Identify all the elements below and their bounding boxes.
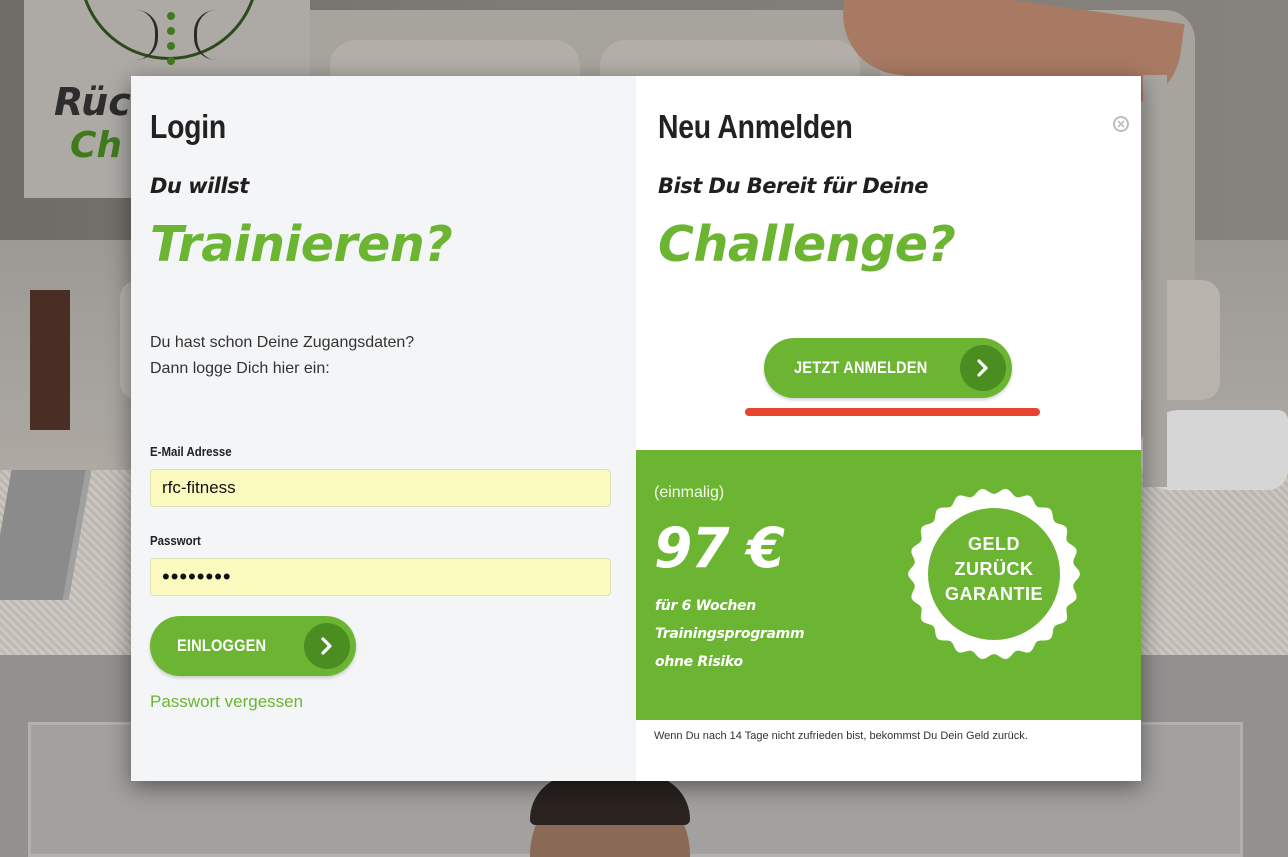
money-back-badge: GELD ZURÜCK GARANTIE	[906, 532, 1082, 607]
price-desc-line2: Trainingsprogramm	[655, 626, 805, 642]
password-label: Passwort	[150, 533, 201, 548]
login-register-modal: Login Du willst Trainieren? Du hast scho…	[131, 76, 1141, 781]
pricing-box: (einmalig) 97 € für 6 Wochen Trainingspr…	[636, 450, 1141, 720]
register-subtitle: Bist Du Bereit für Deine	[658, 174, 928, 198]
register-title: Neu Anmelden	[658, 108, 853, 145]
forgot-password-link[interactable]: Passwort vergessen	[150, 692, 303, 712]
login-intro-line2: Dann logge Dich hier ein:	[150, 360, 330, 377]
price-note: (einmalig)	[654, 484, 725, 501]
register-panel: Neu Anmelden Bist Du Bereit für Deine Ch…	[636, 76, 1141, 781]
email-label: E-Mail Adresse	[150, 444, 232, 459]
register-button[interactable]: JETZT ANMELDEN	[764, 338, 1012, 398]
close-icon[interactable]	[1113, 116, 1129, 132]
login-headline: Trainieren?	[150, 216, 453, 273]
chevron-right-icon	[304, 623, 350, 669]
logo-text-line2: Ch	[70, 125, 123, 166]
badge-line2: ZURÜCK	[954, 559, 1034, 579]
logo-text-line1: Rüc	[54, 80, 131, 124]
login-subtitle: Du willst	[150, 174, 249, 198]
login-intro-line1: Du hast schon Deine Zugangsdaten?	[150, 334, 415, 351]
password-field[interactable]: ••••••••	[150, 558, 611, 596]
email-field[interactable]: rfc-fitness	[150, 469, 611, 507]
login-title: Login	[150, 108, 226, 145]
price-desc-line3: ohne Risiko	[655, 654, 743, 670]
guarantee-fineprint: Wenn Du nach 14 Tage nicht zufrieden bis…	[654, 730, 1028, 742]
register-headline: Challenge?	[658, 216, 956, 273]
login-button-label: EINLOGGEN	[177, 636, 267, 655]
badge-line1: GELD	[967, 534, 1020, 554]
register-button-label: JETZT ANMELDEN	[794, 358, 928, 377]
highlight-underline	[745, 408, 1040, 416]
login-button[interactable]: EINLOGGEN	[150, 616, 356, 676]
price: 97 €	[654, 516, 785, 580]
badge-line3: GARANTIE	[945, 584, 1043, 604]
price-desc-line1: für 6 Wochen	[655, 598, 756, 614]
login-panel: Login Du willst Trainieren? Du hast scho…	[131, 76, 636, 781]
chevron-right-icon	[960, 345, 1006, 391]
login-intro: Du hast schon Deine Zugangsdaten? Dann l…	[150, 330, 550, 382]
